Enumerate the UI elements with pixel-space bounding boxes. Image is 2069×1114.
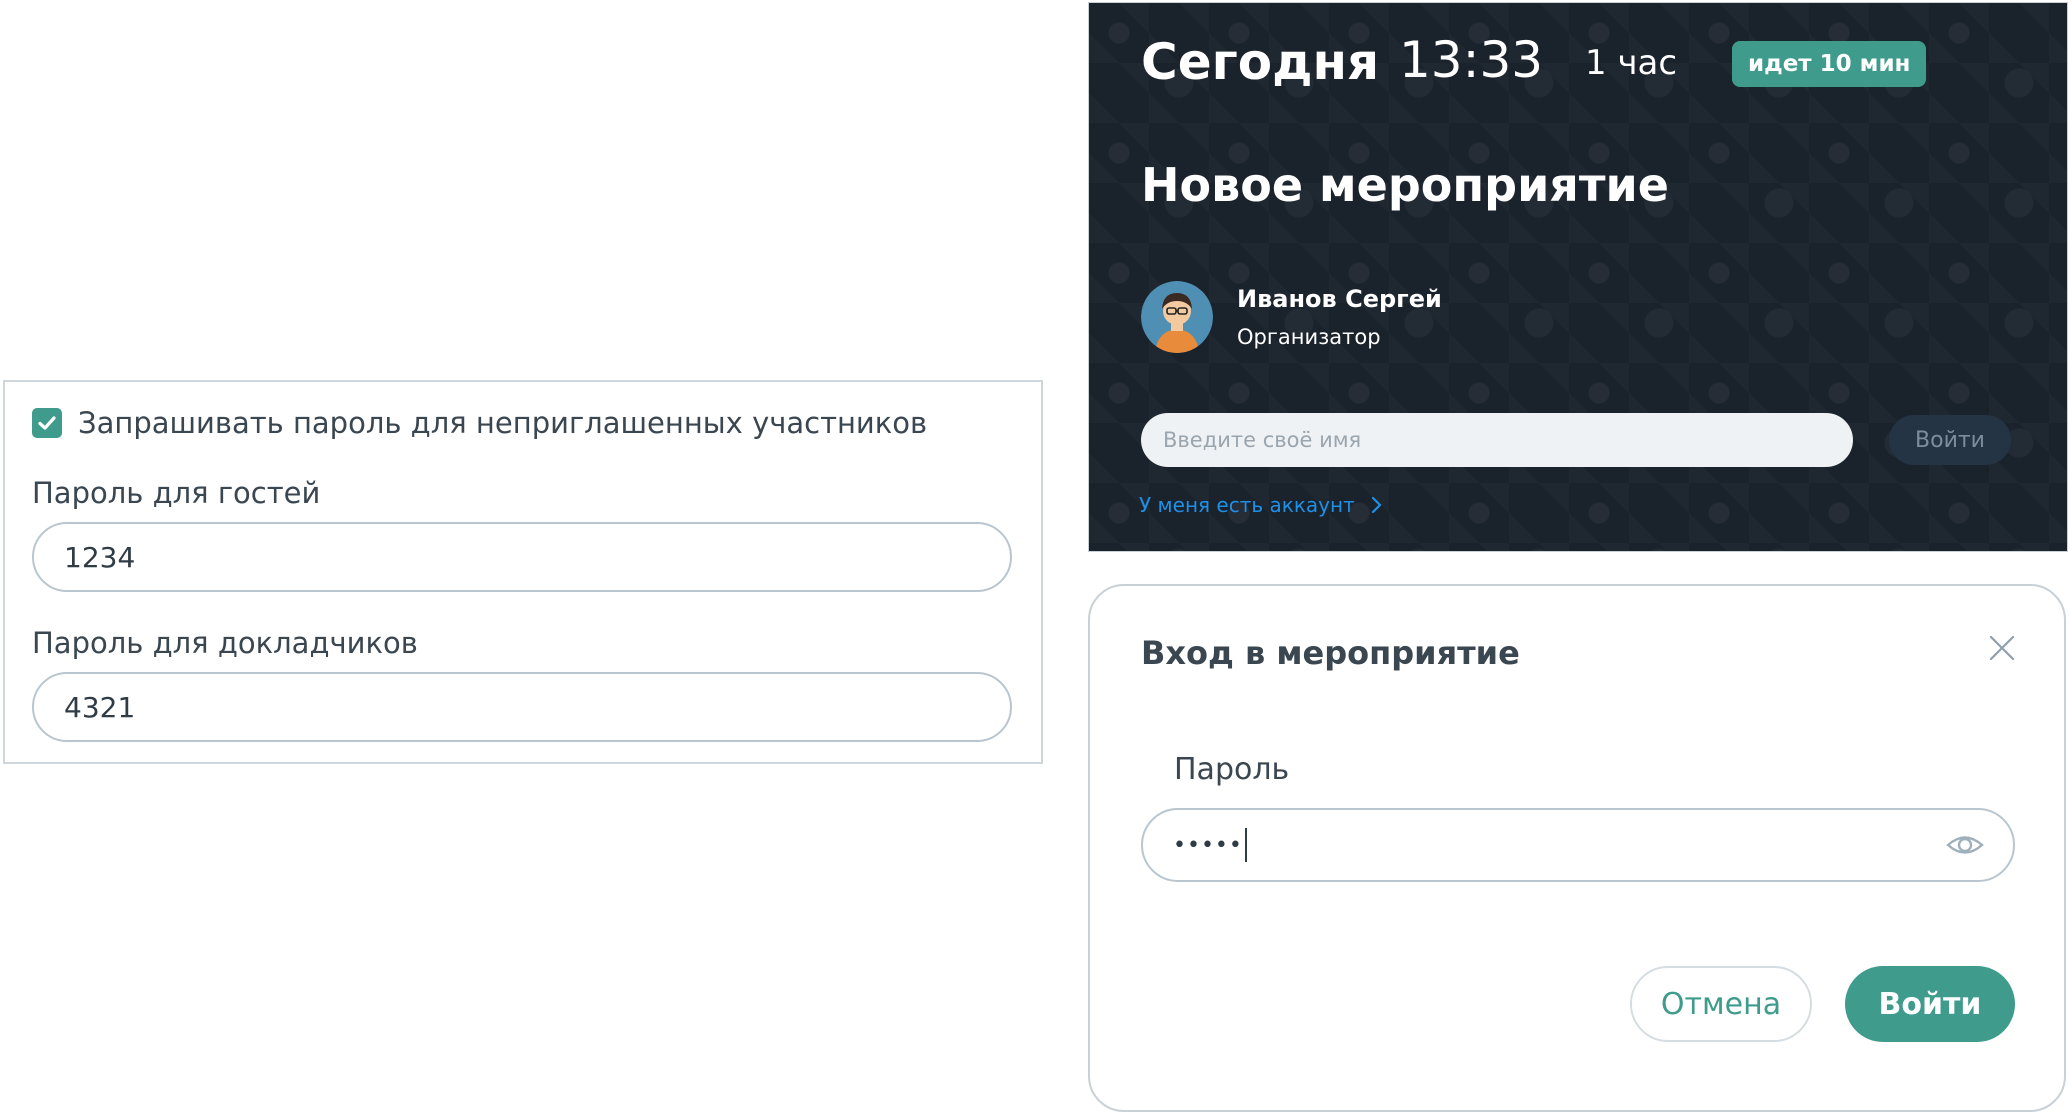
password-settings-panel: Запрашивать пароль для неприглашенных уч… (3, 380, 1043, 764)
event-day: Сегодня (1141, 33, 1380, 91)
require-password-label: Запрашивать пароль для неприглашенных уч… (78, 406, 928, 440)
event-title: Новое мероприятие (1141, 158, 1669, 212)
text-caret (1244, 828, 1247, 862)
chevron-right-icon (1371, 496, 1381, 514)
dialog-title: Вход в мероприятие (1141, 634, 1520, 672)
guest-password-value: 1234 (64, 540, 136, 574)
dialog-close-button[interactable] (1982, 628, 2022, 668)
password-input[interactable]: ••••• (1141, 808, 2015, 882)
speaker-password-value: 4321 (64, 690, 136, 724)
speaker-password-input[interactable]: 4321 (32, 672, 1012, 742)
require-password-row[interactable]: Запрашивать пароль для неприглашенных уч… (32, 406, 927, 440)
organizer-role: Организатор (1237, 325, 1381, 349)
have-account-link-label: У меня есть аккаунт (1139, 493, 1355, 517)
status-badge: идет 10 мин (1732, 41, 1927, 87)
guest-password-input[interactable]: 1234 (32, 522, 1012, 592)
password-masked-value: ••••• (1173, 832, 1243, 858)
speaker-password-label: Пароль для докладчиков (32, 626, 418, 660)
event-duration: 1 час (1585, 43, 1678, 83)
name-input[interactable]: Введите своё имя (1141, 413, 1853, 467)
card-login-button[interactable]: Войти (1889, 415, 2011, 465)
eye-icon[interactable] (1945, 828, 1985, 862)
cancel-button[interactable]: Отмена (1630, 966, 1812, 1042)
event-join-card: Сегодня 13:33 1 час идет 10 мин Новое ме… (1088, 2, 2068, 552)
checkmark-icon (38, 416, 56, 430)
organizer-name: Иванов Сергей (1237, 285, 1442, 313)
event-login-dialog: Вход в мероприятие Пароль ••••• Отмена В… (1088, 584, 2066, 1112)
organizer-avatar (1141, 281, 1213, 353)
guest-password-label: Пароль для гостей (32, 476, 321, 510)
name-input-placeholder: Введите своё имя (1163, 428, 1362, 452)
close-icon (1989, 635, 2015, 661)
login-button[interactable]: Войти (1845, 966, 2015, 1042)
password-label: Пароль (1174, 752, 1290, 787)
avatar-icon (1141, 281, 1213, 353)
require-password-checkbox[interactable] (32, 408, 62, 438)
event-time: 13:33 (1399, 31, 1544, 89)
have-account-link[interactable]: У меня есть аккаунт (1139, 493, 1383, 517)
